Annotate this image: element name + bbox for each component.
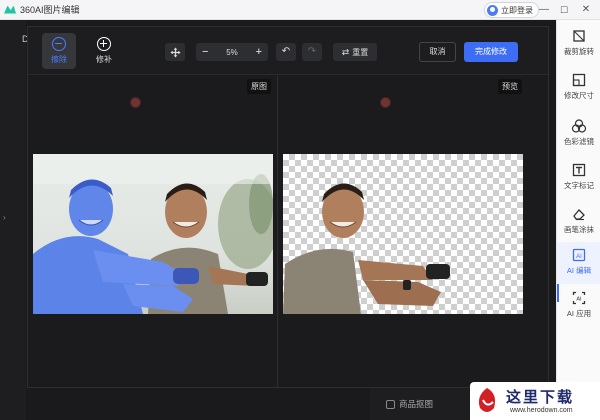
- cancel-button[interactable]: 取消: [419, 42, 456, 62]
- color-filter-icon: [571, 119, 587, 133]
- avatar-icon: [487, 4, 498, 16]
- plus-circle-icon: [97, 37, 111, 51]
- product-cutout-label: 商品抠图: [399, 399, 434, 409]
- undo-icon: ↶: [281, 46, 291, 57]
- zoom-control: − 5% +: [196, 43, 268, 61]
- zoom-in-button[interactable]: +: [256, 46, 262, 58]
- watermark-brand: 这里下载: [506, 388, 575, 406]
- color-filter-tool[interactable]: 色彩滤镜: [557, 114, 600, 154]
- redo-icon: ↷: [307, 46, 317, 57]
- ai-edit-label: AI 编辑: [566, 266, 592, 275]
- erase-tool-button[interactable]: 擦除: [42, 33, 76, 69]
- move-button[interactable]: [165, 43, 185, 61]
- resize-label: 修改尺寸: [564, 91, 594, 100]
- finish-button[interactable]: 完成修改: [464, 42, 518, 62]
- erase-label: 擦除: [51, 55, 67, 64]
- reset-label: 重置: [352, 47, 369, 57]
- close-button[interactable]: ✕: [578, 2, 594, 18]
- preview-cursor-dot: [380, 97, 391, 108]
- crop-icon: [573, 30, 585, 42]
- svg-text:AI: AI: [576, 254, 582, 260]
- zoom-out-button[interactable]: −: [202, 46, 208, 58]
- preview-photo-illustration: [283, 183, 450, 314]
- collapse-arrow-icon[interactable]: ›: [3, 213, 6, 222]
- original-photo-illustration: [33, 154, 273, 314]
- bag-icon: [386, 399, 395, 409]
- repair-tool-button[interactable]: 修补: [87, 33, 121, 69]
- brush-erase-tool[interactable]: 画笔涂抹: [557, 202, 600, 242]
- redo-button[interactable]: ↷: [302, 43, 322, 61]
- crop-rotate-tool[interactable]: 裁剪旋转: [557, 24, 600, 64]
- original-tag: 原图: [247, 79, 271, 94]
- editor-toolbar: 擦除 修补 − 5% + ↶ ↷ ⇄ 重置 取消 完成修改: [28, 27, 548, 75]
- resize-icon: [572, 73, 586, 87]
- ai-app-label: AI 应用: [566, 309, 592, 318]
- text-mark-tool[interactable]: 文字标记: [557, 158, 600, 198]
- watermark: 这里下载 www.herodown.com: [470, 382, 600, 420]
- undo-button[interactable]: ↶: [276, 43, 296, 61]
- move-icon: [169, 46, 181, 58]
- color-filter-label: 色彩滤镜: [564, 137, 594, 146]
- ai-edit-modal: 擦除 修补 − 5% + ↶ ↷ ⇄ 重置 取消 完成修改 原图 预览: [27, 26, 549, 388]
- watermark-logo-icon: [478, 388, 496, 412]
- minimize-button[interactable]: —: [536, 2, 552, 18]
- preview-pane: 预览: [279, 75, 548, 387]
- text-mark-label: 文字标记: [564, 181, 594, 190]
- ai-app-icon: AI: [572, 291, 586, 305]
- original-pane: 原图: [28, 75, 278, 387]
- original-photo[interactable]: [33, 154, 273, 314]
- svg-text:AI: AI: [576, 297, 582, 303]
- zoom-value: 5%: [226, 47, 238, 57]
- watermark-url: www.herodown.com: [510, 407, 573, 414]
- brush-erase-label: 画笔涂抹: [564, 225, 594, 234]
- right-tool-panel: 裁剪旋转 修改尺寸 色彩滤镜 文字标记 画笔涂抹 AI AI 编辑 AI AI …: [556, 20, 600, 420]
- reset-icon: ⇄: [341, 46, 350, 57]
- resize-tool[interactable]: 修改尺寸: [557, 68, 600, 108]
- brush-cursor-dot[interactable]: [130, 97, 141, 108]
- ai-app-tool[interactable]: AI AI 应用: [557, 286, 600, 326]
- app-title: 360AI图片编辑: [20, 5, 80, 15]
- preview-tag: 预览: [498, 79, 522, 94]
- reset-button[interactable]: ⇄ 重置: [333, 43, 377, 61]
- app-logo-icon: [4, 4, 16, 16]
- text-icon: [572, 163, 586, 177]
- maximize-button[interactable]: ☐: [556, 2, 572, 18]
- crop-rotate-label: 裁剪旋转: [564, 47, 594, 56]
- preview-photo[interactable]: [283, 154, 523, 314]
- title-bar: 360AI图片编辑 立即登录 — ☐ ✕: [0, 0, 600, 20]
- login-button[interactable]: 立即登录: [484, 2, 539, 18]
- eraser-icon: [573, 209, 585, 221]
- ai-edit-tool[interactable]: AI AI 编辑: [557, 242, 600, 284]
- repair-label: 修补: [96, 55, 112, 64]
- minus-circle-icon: [52, 37, 66, 51]
- ai-edit-icon: AI: [572, 248, 586, 262]
- login-label: 立即登录: [501, 5, 533, 15]
